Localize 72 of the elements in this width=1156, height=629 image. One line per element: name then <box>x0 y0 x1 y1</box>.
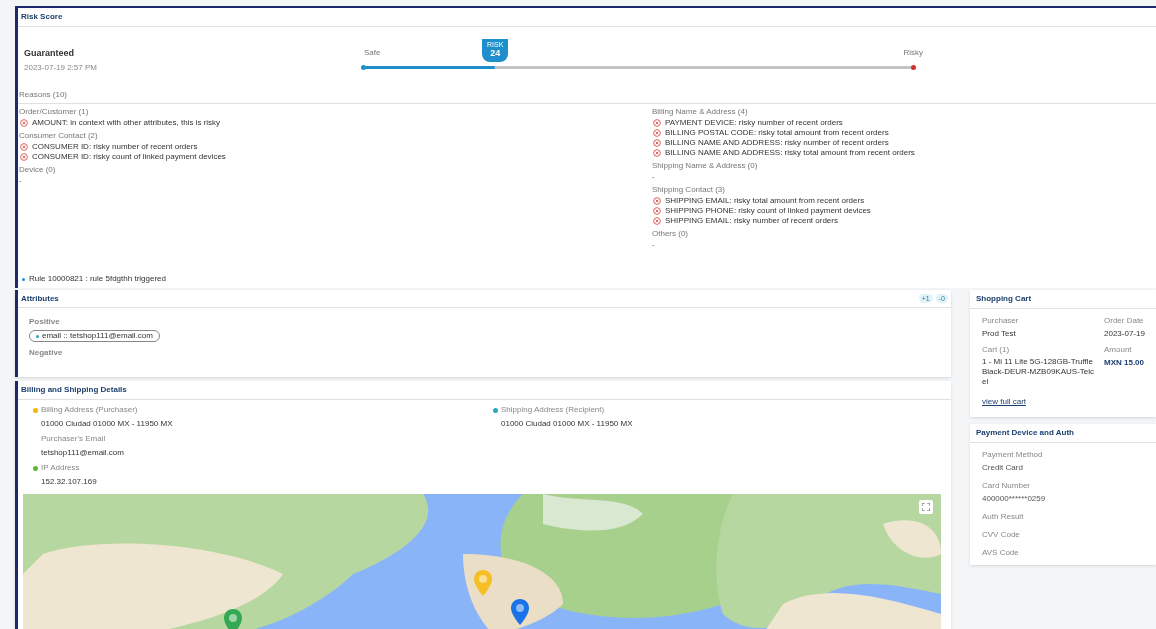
panel-title: Shopping Cart <box>976 293 1032 305</box>
view-cart-link[interactable]: view full cart <box>982 397 1026 406</box>
field-label: CVV Code <box>982 529 1021 541</box>
fullscreen-button[interactable] <box>919 500 933 514</box>
field-label: Shipping Address (Recipient) <box>501 404 605 416</box>
empty-text: - <box>652 172 656 182</box>
reason-text: SHIPPING EMAIL: risky total amount from recent orders <box>665 196 865 206</box>
reason-group-title: Device (0) <box>19 165 57 175</box>
map-pin-icon[interactable] <box>223 608 243 629</box>
field-label: Order Date <box>1104 315 1145 327</box>
field-label: Amount <box>1104 344 1133 356</box>
field-label: Purchaser's Email <box>41 433 106 445</box>
panel-title: Payment Device and Auth <box>976 427 1074 439</box>
reason-text: SHIPPING EMAIL: risky number of recent orders <box>665 216 838 226</box>
error-icon <box>653 149 661 157</box>
field-label: Cart (1) <box>982 344 1011 356</box>
reason-text: PAYMENT DEVICE: risky number of recent orders <box>665 118 843 128</box>
safe-label: Safe <box>364 47 381 59</box>
negative-label: Negative <box>29 347 64 359</box>
reason-text: BILLING NAME AND ADDRESS: risky total amount from recent orders <box>665 148 915 158</box>
rule-text: Rule 10000821 : rule 5fdgthh triggered <box>29 274 166 284</box>
reason-text: SHIPPING PHONE: risky count of linked payment devices <box>665 206 871 216</box>
date-text: 2023-07-19 2:57 PM <box>24 61 98 74</box>
error-icon <box>653 129 661 137</box>
map-pin-icon[interactable] <box>510 598 530 626</box>
field-label: AVS Code <box>982 547 1020 559</box>
bullet-icon <box>22 277 25 281</box>
reason-text: CONSUMER ID: risky count of linked payment devices <box>32 152 226 162</box>
reason-group-title: Shipping Contact (3) <box>652 185 726 195</box>
field-value: 01000 Ciudad 01000 MX - 11950 MX <box>501 418 634 430</box>
reason-group-title: Billing Name & Address (4) <box>652 107 749 117</box>
reason-text: BILLING NAME AND ADDRESS: risky number of recent orders <box>665 138 889 148</box>
empty-text: - <box>652 240 656 250</box>
error-icon <box>653 119 661 127</box>
reason-group-title: Others (0) <box>652 229 689 239</box>
field-value: tetshop111@email.com <box>41 447 125 459</box>
empty-text: - <box>19 176 23 186</box>
field-value: 2023-07-19 <box>1104 328 1146 340</box>
field-value: 01000 Ciudad 01000 MX - 11950 MX <box>41 418 174 430</box>
cart-item-text: 1 - Mi 11 Lite 5G-128GB-Truffle Black-DEUR-MZB09KAUS-Telcel <box>982 357 1096 387</box>
error-icon <box>653 217 661 225</box>
reason-text: AMOUNT: in context with other attributes, this is risky <box>32 118 221 128</box>
risky-label: Risky <box>903 47 923 59</box>
status-text: Guaranteed <box>24 47 75 60</box>
reason-group-title: Order/Customer (1) <box>19 107 90 117</box>
field-value: Prod Test <box>982 328 1017 340</box>
amount-value: MXN 15.00 <box>1104 357 1146 369</box>
error-icon <box>653 207 661 215</box>
field-label: Card Number <box>982 480 1031 492</box>
reason-text: CONSUMER ID: risky number of recent orders <box>32 142 198 152</box>
error-icon <box>20 153 28 161</box>
field-label: IP Address <box>41 462 80 474</box>
field-value: Credit Card <box>982 462 1024 474</box>
field-label: Purchaser <box>982 315 1020 327</box>
panel-title: Risk Score <box>18 8 1156 27</box>
field-value: 400000******0259 <box>982 493 1047 505</box>
error-icon <box>20 119 28 127</box>
positive-label: Positive <box>29 316 61 328</box>
error-icon <box>20 143 28 151</box>
reason-group-title: Consumer Contact (2) <box>19 131 99 141</box>
reason-text: BILLING POSTAL CODE: risky total amount from recent orders <box>665 128 889 138</box>
field-label: Billing Address (Purchaser) <box>41 404 138 416</box>
reason-group-title: Shipping Name & Address (0) <box>652 161 759 171</box>
panel-title: Billing and Shipping Details <box>21 384 127 396</box>
field-value: 152.32.107.169 <box>41 476 98 488</box>
error-icon <box>653 197 661 205</box>
field-label: Auth Result <box>982 511 1025 523</box>
reasons-heading: Reasons (10) <box>18 89 1156 104</box>
error-icon <box>653 139 661 147</box>
field-label: Payment Method <box>982 449 1044 461</box>
fullscreen-icon <box>922 503 930 511</box>
panel-title: Attributes <box>21 292 59 305</box>
